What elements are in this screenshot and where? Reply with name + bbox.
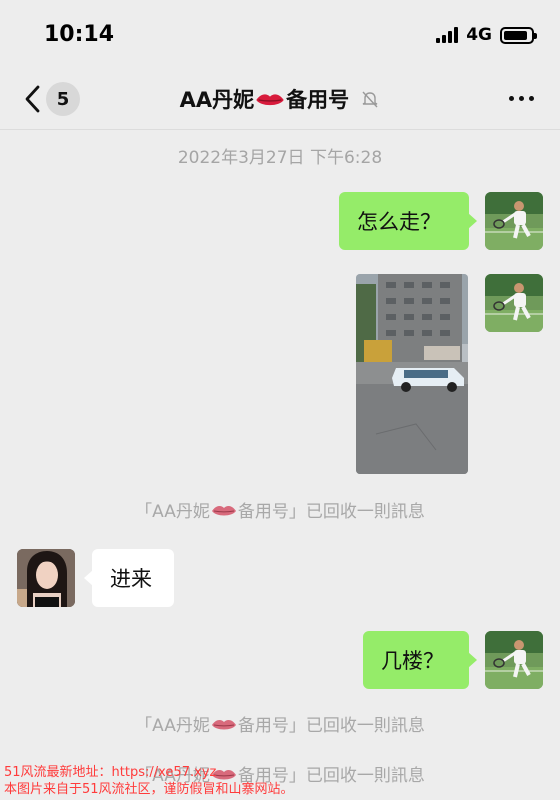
- woman-avatar-image: [17, 549, 75, 607]
- watermark-line-2: 本图片来自于51风流社区，谨防假冒和山寨网站。: [4, 782, 294, 797]
- network-type: 4G: [466, 25, 492, 45]
- recall-notice: 「AA丹妮 备用号」已回收一則訊息: [0, 497, 560, 522]
- lips-icon: [211, 506, 236, 516]
- tennis-player-avatar-image: [485, 192, 543, 250]
- notice-prefix: 「AA丹妮: [135, 716, 210, 736]
- chat-title[interactable]: AA丹妮 备用号: [0, 84, 560, 114]
- notice-suffix: 备用号」已回收一則訊息: [237, 502, 425, 522]
- notice-prefix: 「AA丹妮: [135, 502, 210, 522]
- avatar[interactable]: [17, 549, 75, 607]
- image-message[interactable]: [356, 274, 468, 474]
- message-text: 进来: [110, 567, 152, 591]
- tennis-player-avatar-image: [485, 631, 543, 689]
- battery-icon: [500, 26, 537, 44]
- avatar[interactable]: [485, 274, 543, 332]
- message-timestamp: 2022年3月27日 下午6:28: [177, 148, 383, 168]
- watermark-line-1: 51风流最新地址：https://xe57.xyz: [4, 765, 217, 780]
- status-indicators: 4G: [436, 24, 537, 46]
- message-text: 怎么走？: [357, 210, 441, 234]
- avatar[interactable]: [485, 631, 543, 689]
- notice-suffix: 备用号」已回收一則訊息: [237, 716, 425, 736]
- street-photo-image: [356, 274, 468, 474]
- chat-bubble-self[interactable]: 几楼？: [363, 631, 477, 689]
- recall-notice: 「AA丹妮 备用号」已回收一則訊息: [0, 711, 560, 736]
- chat-header: 5 AA丹妮 备用号: [0, 70, 560, 130]
- lips-icon: [256, 94, 284, 106]
- avatar[interactable]: [485, 192, 543, 250]
- chat-title-prefix: AA丹妮: [179, 88, 255, 112]
- status-time: 10:14: [44, 22, 115, 47]
- signal-bars-icon: [436, 27, 459, 43]
- chat-title-suffix: 备用号: [286, 88, 350, 112]
- chat-bubble-self[interactable]: 怎么走？: [339, 192, 477, 250]
- chat-bubble-other[interactable]: 进来: [84, 549, 174, 607]
- status-bar: 10:14 4G: [0, 0, 560, 70]
- tennis-player-avatar-image: [485, 274, 543, 332]
- message-text: 几楼？: [381, 649, 444, 673]
- lips-icon: [211, 720, 236, 730]
- more-dots-icon[interactable]: [509, 96, 534, 101]
- bell-muted-icon: [362, 91, 378, 108]
